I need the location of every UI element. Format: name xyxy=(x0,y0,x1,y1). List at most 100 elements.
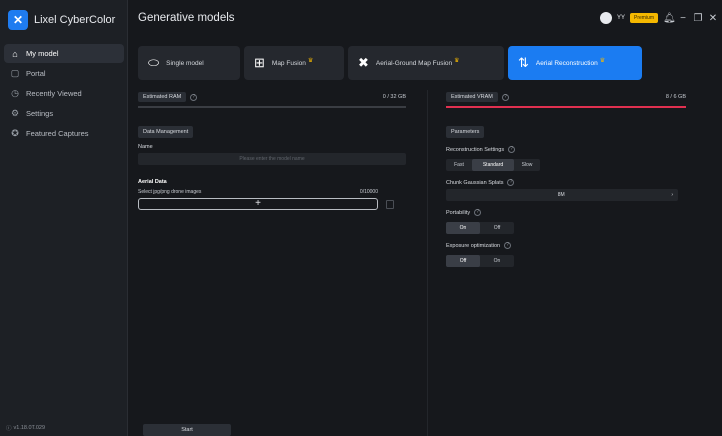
minimize-icon[interactable]: − xyxy=(678,13,688,24)
exposure-toggle: Off On xyxy=(446,255,514,267)
sidebar-item-settings[interactable]: ⚙ Settings xyxy=(4,104,124,123)
exposure-off[interactable]: Off xyxy=(446,255,480,267)
close-icon[interactable]: ✕ xyxy=(708,13,718,24)
aerial-ground-icon: ✖ xyxy=(358,55,369,70)
help-icon[interactable]: ? xyxy=(508,146,516,153)
chunk-splats-select[interactable]: 8M › xyxy=(446,189,678,201)
sidebar-item-label: Featured Captures xyxy=(26,129,89,138)
help-icon[interactable]: ? xyxy=(501,93,509,101)
sidebar-item-recently-viewed[interactable]: ◷ Recently Viewed xyxy=(4,84,124,103)
recon-option-fast[interactable]: Fast xyxy=(446,159,472,171)
drone-icon: ⇅ xyxy=(518,55,529,70)
ram-value: 0 / 32 GB xyxy=(382,94,406,100)
portability-on[interactable]: On xyxy=(446,222,480,234)
clock-icon: ◷ xyxy=(11,88,19,98)
page-title: Generative models xyxy=(138,12,235,24)
name-label: Name xyxy=(138,144,153,150)
home-icon: ⌂ xyxy=(12,48,18,59)
start-button[interactable]: Start xyxy=(143,424,231,436)
chunk-value: 8M xyxy=(557,192,565,198)
parameters-panel: Estimated VRAM ? 8 / 6 GB Parameters Rec… xyxy=(446,90,686,267)
avatar[interactable] xyxy=(599,12,612,24)
header: Generative models YY Premium 🔔︎ − ❐ ✕ xyxy=(128,0,722,38)
sidebar-item-label: Recently Viewed xyxy=(26,89,82,98)
upload-row: + xyxy=(138,198,406,210)
premium-badge[interactable]: Premium xyxy=(629,13,658,23)
sidebar-item-label: Portal xyxy=(26,69,46,78)
portability-text: Portability xyxy=(446,209,471,216)
document-icon: ▢ xyxy=(10,68,20,78)
tab-label: Aerial Reconstruction xyxy=(535,59,598,67)
recon-settings-label: Reconstruction Settings ? xyxy=(446,146,686,153)
tab-single-model[interactable]: ⬭ Single model xyxy=(138,46,240,80)
portability-label: Portability ? xyxy=(446,209,686,216)
app-name: Lixel CyberColor xyxy=(34,14,116,26)
portability-toggle: On Off xyxy=(446,222,514,234)
bell-icon[interactable]: 🔔︎ xyxy=(663,13,676,24)
tab-aerial-reconstruction[interactable]: ⇅ Aerial Reconstruction ♛ xyxy=(508,46,642,80)
info-icon: ⓘ xyxy=(6,426,12,432)
ram-row: Estimated RAM ? 0 / 32 GB xyxy=(138,90,406,104)
data-management-heading: Data Management xyxy=(138,126,194,138)
chunk-text: Chunk Gaussian Splats xyxy=(446,179,504,186)
vram-label-group: Estimated VRAM ? xyxy=(446,92,509,102)
gear-icon: ⚙ xyxy=(10,108,20,118)
map-fusion-icon: ⊞ xyxy=(254,55,265,70)
chunk-label: Chunk Gaussian Splats ? xyxy=(446,179,686,186)
column-divider xyxy=(427,90,428,436)
drone-images-label: Select jpg/png drone images xyxy=(138,189,202,195)
add-images-button[interactable]: + xyxy=(138,198,378,210)
exposure-text: Exposure optimization xyxy=(446,242,501,249)
vram-label: Estimated VRAM xyxy=(446,92,498,102)
sidebar-item-featured-captures[interactable]: ✪ Featured Captures xyxy=(4,124,124,143)
sidebar-nav: ⌂ My model ▢ Portal ◷ Recently Viewed ⚙ … xyxy=(4,44,124,144)
help-icon[interactable]: ? xyxy=(190,93,198,101)
model-name-input[interactable]: Please enter the model name xyxy=(138,153,406,165)
header-actions: YY Premium 🔔︎ − ❐ ✕ xyxy=(599,12,718,24)
ram-label: Estimated RAM xyxy=(138,92,187,102)
sidebar: ✕ Lixel CyberColor ⌂ My model ▢ Portal ◷… xyxy=(0,0,128,436)
premium-crown-icon: ♛ xyxy=(454,57,460,64)
exposure-on[interactable]: On xyxy=(480,255,514,267)
user-tag: YY xyxy=(616,15,625,21)
recon-settings-selector: Fast Standard Slow xyxy=(446,159,540,171)
brand: ✕ Lixel CyberColor xyxy=(8,10,115,30)
drone-images-count: 0/10000 xyxy=(359,189,378,195)
star-badge-icon: ✪ xyxy=(11,128,19,138)
recon-option-slow[interactable]: Slow xyxy=(514,159,540,171)
single-model-icon: ⬭ xyxy=(148,55,160,70)
ram-label-group: Estimated RAM ? xyxy=(138,92,198,102)
sidebar-item-label: Settings xyxy=(26,109,54,118)
tab-map-fusion[interactable]: ⊞ Map Fusion ♛ xyxy=(244,46,344,80)
premium-crown-icon: ♛ xyxy=(307,57,314,64)
tab-label: Aerial-Ground Map Fusion xyxy=(375,59,453,67)
tab-aerial-ground-map-fusion[interactable]: ✖ Aerial-Ground Map Fusion ♛ xyxy=(348,46,504,80)
recon-settings-text: Reconstruction Settings xyxy=(446,146,505,153)
sidebar-item-portal[interactable]: ▢ Portal xyxy=(4,64,124,83)
help-icon[interactable]: ? xyxy=(504,242,512,249)
vram-value: 8 / 6 GB xyxy=(665,94,686,100)
help-icon[interactable]: ? xyxy=(474,209,482,216)
tab-label: Map Fusion xyxy=(271,59,306,67)
sidebar-item-my-model[interactable]: ⌂ My model xyxy=(4,44,124,63)
parameters-heading: Parameters xyxy=(446,126,485,138)
version-info: ⓘ v1.18.0T.029 xyxy=(6,424,45,432)
version-label: v1.18.0T.029 xyxy=(13,425,46,431)
aerial-data-heading: Aerial Data xyxy=(138,179,167,185)
help-icon[interactable]: ? xyxy=(507,179,515,186)
data-panel: Estimated RAM ? 0 / 32 GB Data Managemen… xyxy=(138,90,406,210)
premium-crown-icon: ♛ xyxy=(599,57,606,64)
trash-icon[interactable] xyxy=(386,199,394,209)
ram-usage-bar xyxy=(138,106,406,108)
drone-images-row: Select jpg/png drone images 0/10000 xyxy=(138,189,378,195)
portability-off[interactable]: Off xyxy=(480,222,514,234)
vram-usage-bar xyxy=(446,106,686,108)
plus-icon: + xyxy=(255,198,261,209)
app-logo-icon: ✕ xyxy=(8,10,28,30)
exposure-label: Exposure optimization ? xyxy=(446,242,686,249)
chevron-right-icon: › xyxy=(671,192,673,198)
tab-label: Single model xyxy=(166,59,204,67)
restore-icon[interactable]: ❐ xyxy=(693,13,703,24)
recon-option-standard[interactable]: Standard xyxy=(472,159,514,171)
sidebar-item-label: My model xyxy=(26,49,59,58)
